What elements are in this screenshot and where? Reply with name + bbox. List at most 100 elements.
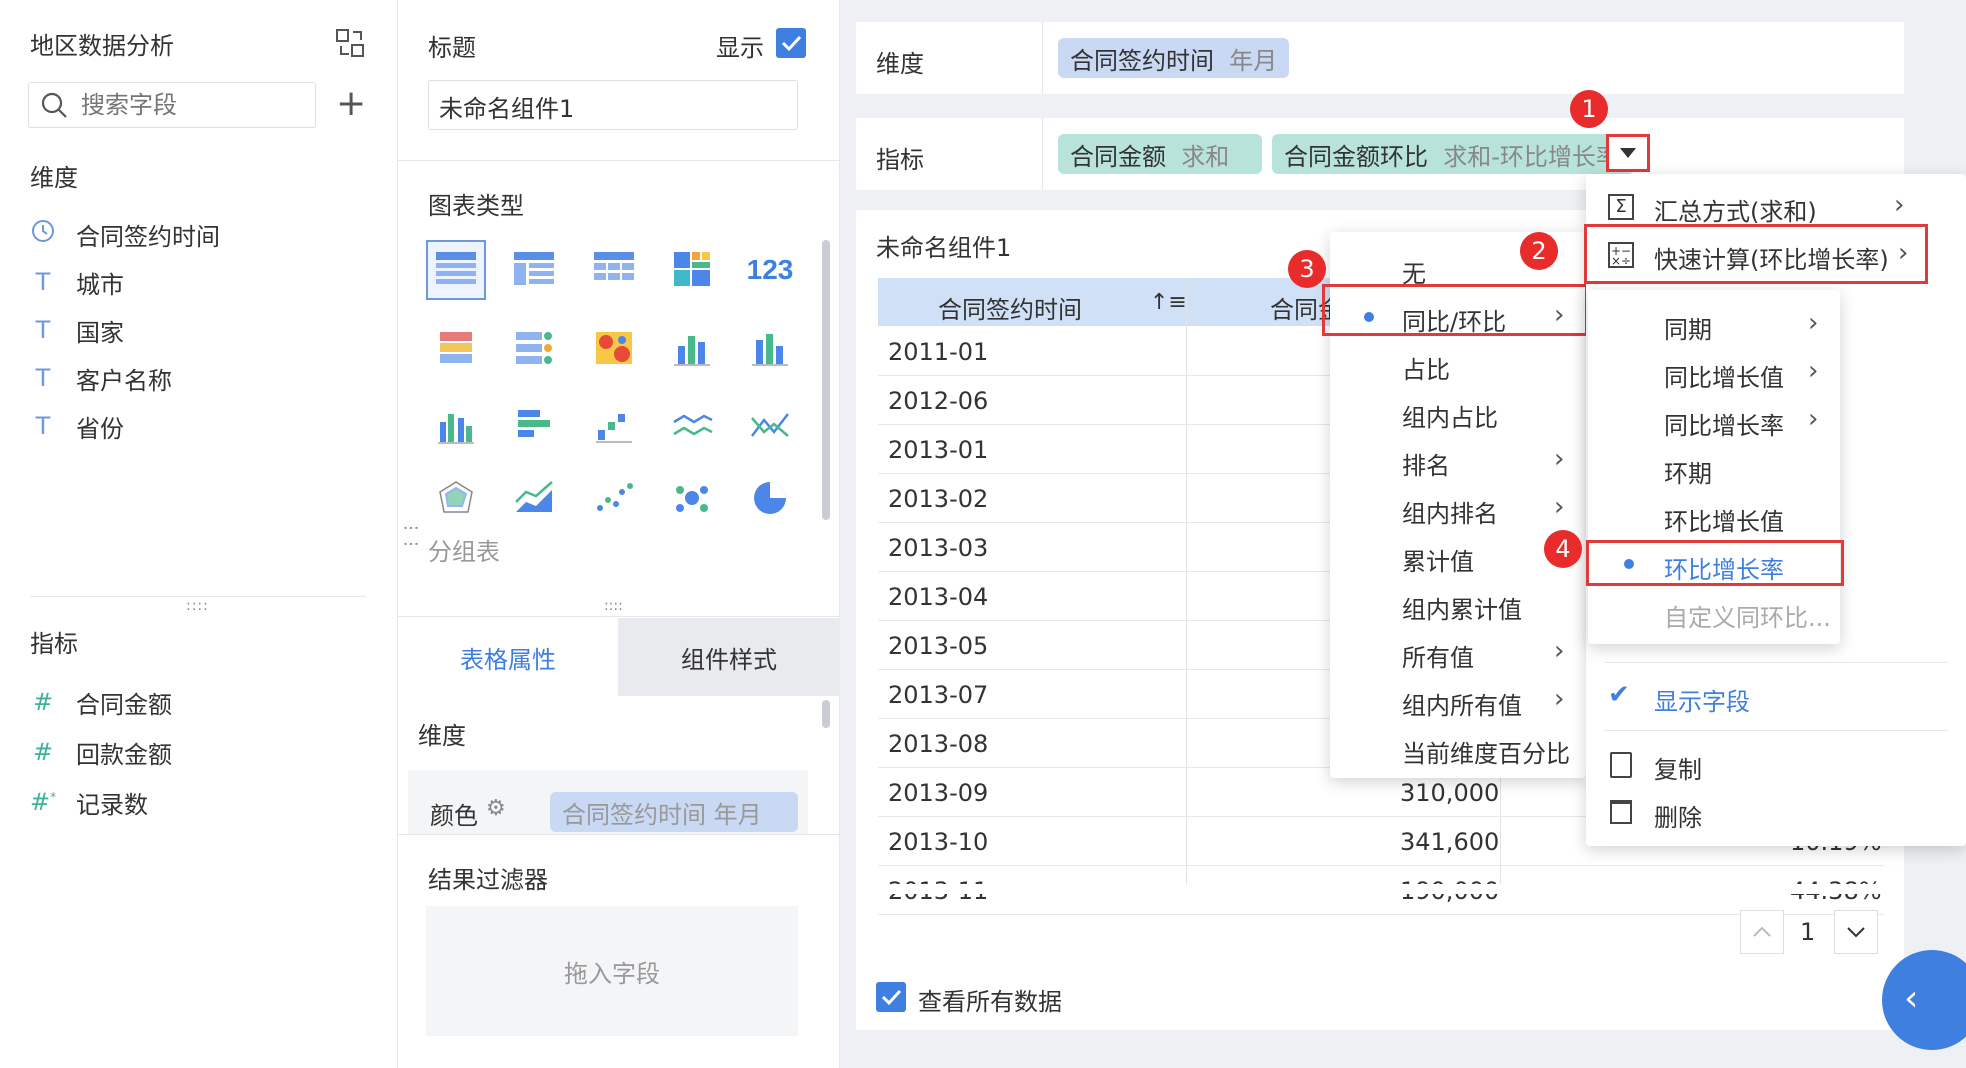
chart-type-area[interactable] [504, 468, 564, 528]
table-cell-date: 2013-08 [888, 730, 989, 758]
gear-icon[interactable]: ⚙ [486, 796, 506, 821]
chart-type-group-table[interactable] [426, 240, 486, 300]
measure-pill-mom[interactable]: 合同金额环比 求和-环比增长率 [1272, 134, 1634, 174]
chevron-right-icon: › [1894, 190, 1905, 220]
chart-type-radar[interactable] [426, 468, 486, 528]
menu-item-aggregation[interactable]: 汇总方式(求和) [1654, 192, 1817, 227]
title-input[interactable]: 未命名组件1 [428, 80, 798, 130]
switch-dataset-icon[interactable] [335, 28, 365, 58]
quick-calc-item[interactable]: 累计值 [1402, 542, 1474, 577]
trash-icon [1610, 800, 1632, 824]
color-label: 颜色 [430, 802, 478, 830]
chart-type-line-combo[interactable] [740, 396, 800, 456]
field-item-record-count[interactable]: #* 记录数 [30, 784, 148, 820]
table-cell-date: 2012-06 [888, 387, 989, 415]
field-item-contract-amount[interactable]: # 合同金额 [30, 684, 172, 720]
field-item-customer[interactable]: T 客户名称 [30, 360, 172, 396]
search-box[interactable] [28, 82, 316, 128]
quick-calc-item[interactable]: 占比 [1402, 350, 1450, 385]
chart-type-multi-column[interactable] [426, 396, 486, 456]
menu-divider [1604, 662, 1948, 663]
field-item-contract-date[interactable]: 合同签约时间 [30, 216, 220, 252]
dimension-pill[interactable]: 合同签约时间 年月 [1058, 38, 1290, 78]
yoy-mom-menu [1588, 290, 1840, 644]
chart-type-cross-table[interactable] [584, 240, 644, 300]
chevron-right-icon: › [1808, 308, 1819, 338]
sum-icon: Σ [1608, 194, 1634, 220]
text-type-icon: T [35, 268, 51, 296]
chevron-up-icon [1753, 926, 1771, 937]
field-item-province[interactable]: T 省份 [30, 408, 124, 444]
quick-calc-item[interactable]: 排名 [1402, 446, 1450, 481]
quick-calc-item[interactable]: 当前维度百分比 [1402, 734, 1570, 769]
filter-drop-zone[interactable]: 拖入字段 [426, 906, 798, 1036]
table-cell-date: 2013-02 [888, 485, 989, 513]
check-icon: ✔ [1608, 680, 1630, 710]
scrollbar[interactable] [822, 240, 830, 520]
yoy-mom-item[interactable]: 同期 [1664, 310, 1712, 345]
chevron-down-icon [1847, 927, 1865, 938]
drag-dots-icon[interactable]: :::: [604, 598, 623, 614]
copy-icon [1610, 752, 1632, 778]
page-down-button[interactable] [1834, 910, 1878, 954]
sort-icon[interactable]: ↑≡ [1150, 290, 1187, 315]
chart-type-scatter[interactable] [584, 468, 644, 528]
quick-calc-item[interactable]: 组内占比 [1402, 398, 1498, 433]
color-field-pill[interactable]: 合同签约时间 年月 [550, 792, 798, 832]
quick-calc-item[interactable]: 组内排名 [1402, 494, 1498, 529]
measure-header: 指标 [30, 630, 78, 658]
page-up-button[interactable] [1740, 910, 1784, 954]
field-panel: 地区数据分析 + 维度 合同签约时间 T城市 T国家 T客户名称 T省份 :::… [0, 0, 398, 1068]
chart-type-waterfall[interactable] [584, 396, 644, 456]
property-panel: 标题 显示 未命名组件1 图表类型 123 分组表 ⋮⋮ :::: 表格属性 组… [398, 0, 840, 1068]
field-item-payment-amount[interactable]: # 回款金额 [30, 734, 172, 770]
yoy-mom-item[interactable]: 自定义同环比... [1664, 598, 1831, 633]
number-type-icon: # [32, 688, 54, 716]
menu-item-copy[interactable]: 复制 [1654, 750, 1702, 785]
yoy-mom-item[interactable]: 同比增长率 [1664, 406, 1784, 441]
drag-dots-icon[interactable]: :::: [186, 598, 209, 614]
search-input[interactable] [81, 91, 301, 119]
chart-type-detail-table[interactable] [504, 240, 564, 300]
step-badge-2: 2 [1520, 232, 1558, 270]
quick-calc-item[interactable]: 所有值 [1402, 638, 1474, 673]
chart-type-treemap[interactable] [662, 240, 722, 300]
view-all-checkbox[interactable] [876, 982, 906, 1012]
add-field-icon[interactable]: + [336, 84, 366, 124]
view-all-label: 查看所有数据 [918, 988, 1062, 1016]
step-badge-3: 3 [1288, 250, 1326, 288]
tab-table-properties[interactable]: 表格属性 [398, 618, 618, 696]
menu-item-delete[interactable]: 删除 [1654, 798, 1702, 833]
divider [398, 834, 840, 835]
step-badge-1: 1 [1570, 90, 1608, 128]
yoy-mom-item[interactable]: 环比增长值 [1664, 502, 1784, 537]
row-divider [878, 865, 1884, 866]
chart-type-color-table[interactable] [426, 318, 486, 378]
chart-type-bar[interactable] [504, 396, 564, 456]
yoy-mom-item[interactable]: 环期 [1664, 454, 1712, 489]
chart-type-pie[interactable] [740, 468, 800, 528]
field-item-city[interactable]: T 城市 [30, 264, 124, 300]
chart-type-column[interactable] [740, 318, 800, 378]
quick-calc-item[interactable]: 组内所有值 [1402, 686, 1522, 721]
yoy-mom-item[interactable]: 同比增长值 [1664, 358, 1784, 393]
chart-type-heatmap[interactable] [584, 318, 644, 378]
chart-type-bubble[interactable] [662, 468, 722, 528]
tab-component-style[interactable]: 组件样式 [618, 618, 840, 696]
measure-pill-amount[interactable]: 合同金额 求和 [1058, 134, 1262, 174]
chart-type-kpi-number[interactable]: 123 [740, 240, 800, 300]
scrollbar[interactable] [822, 700, 830, 728]
quick-calc-item[interactable]: 组内累计值 [1402, 590, 1522, 625]
step-badge-4: 4 [1544, 530, 1582, 568]
table-cell-date: 2013-05 [888, 632, 989, 660]
chevron-right-icon: › [1808, 356, 1819, 386]
show-title-checkbox[interactable] [776, 28, 806, 58]
drag-handle-icon[interactable]: ⋮⋮ [402, 520, 421, 552]
chart-type-line[interactable] [662, 396, 722, 456]
menu-item-show-field[interactable]: 显示字段 [1654, 682, 1750, 717]
chart-type-bullet-table[interactable] [504, 318, 564, 378]
field-item-country[interactable]: T 国家 [30, 312, 124, 348]
splitter-handle[interactable] [30, 596, 366, 597]
highlight-box-4 [1586, 540, 1844, 586]
chart-type-stacked-bar[interactable] [662, 318, 722, 378]
